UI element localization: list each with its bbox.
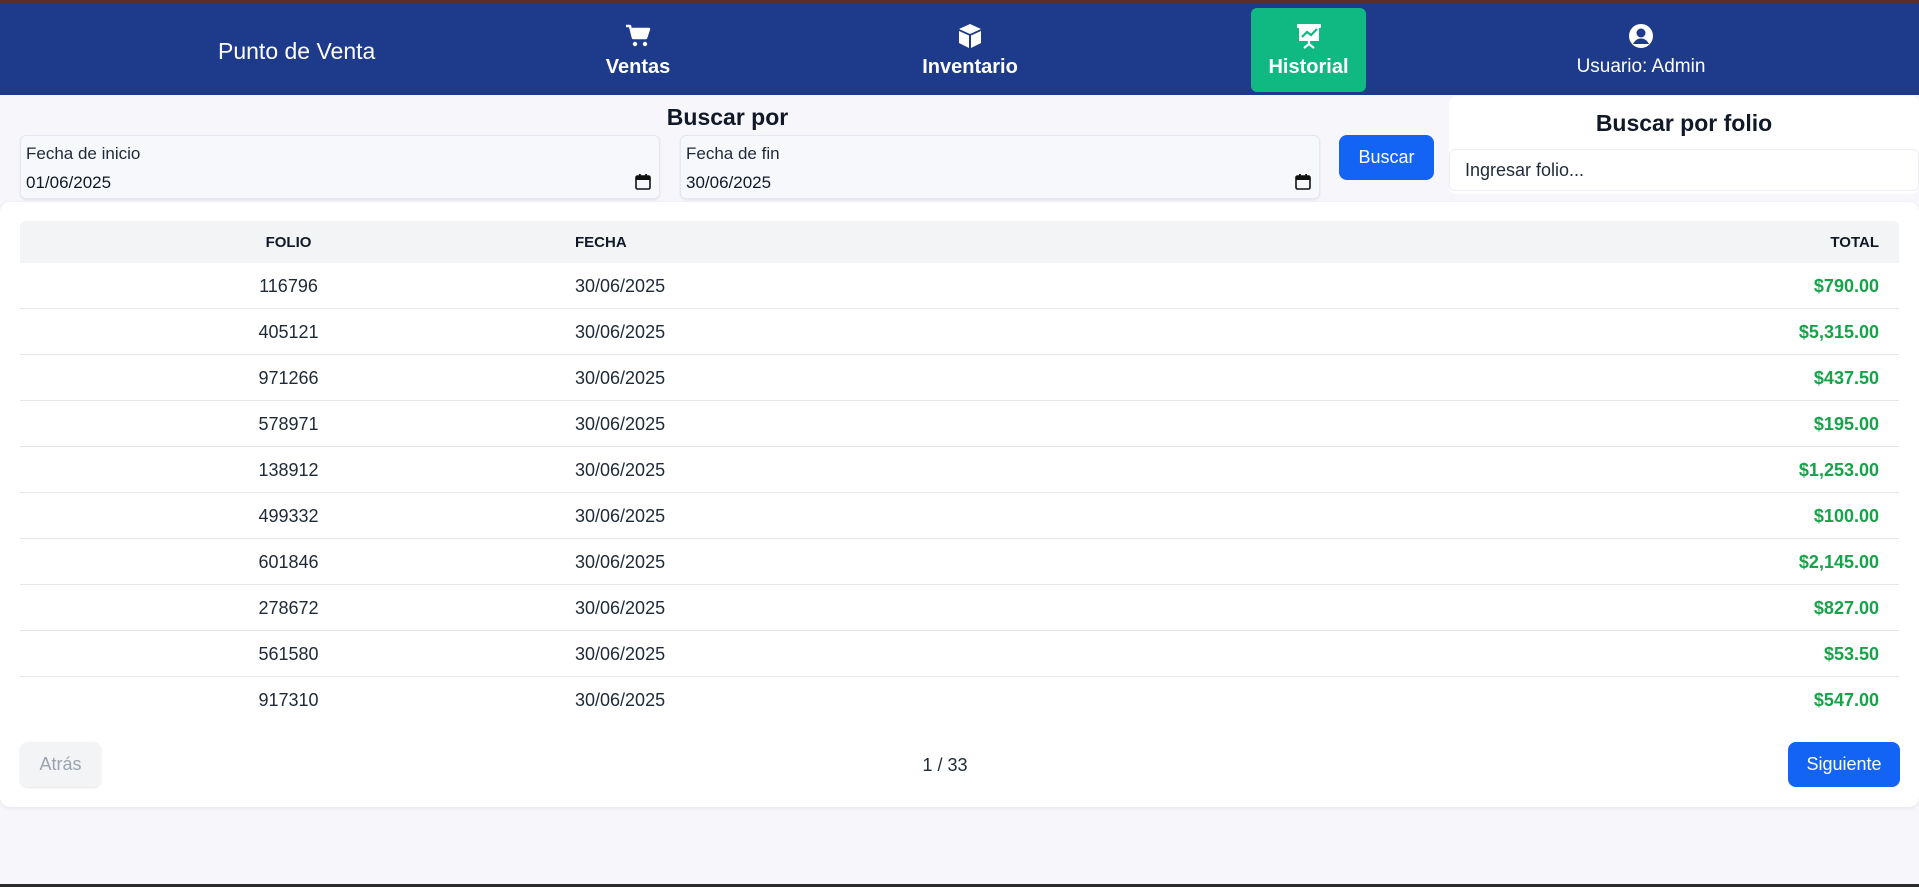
- cell-fecha: 30/06/2025: [575, 460, 666, 480]
- table-row[interactable]: 278672 30/06/2025 $827.00: [20, 585, 1899, 631]
- table-row[interactable]: 116796 30/06/2025 $790.00: [20, 263, 1899, 309]
- nav-item-label: Inventario: [922, 55, 1018, 78]
- folio-search-title: Buscar por folio: [1595, 110, 1773, 136]
- column-header-total[interactable]: TOTAL: [1830, 234, 1879, 251]
- table-row[interactable]: 499332 30/06/2025 $100.00: [20, 493, 1899, 539]
- cell-folio: 561580: [258, 644, 319, 664]
- box-icon: [958, 22, 982, 50]
- cart-icon: [625, 22, 651, 50]
- cell-fecha: 30/06/2025: [575, 690, 666, 710]
- nav-item-inventario[interactable]: Inventario: [900, 8, 1040, 92]
- calendar-icon[interactable]: [1295, 174, 1311, 195]
- cell-fecha: 30/06/2025: [575, 552, 666, 572]
- cell-total: $2,145.00: [1798, 552, 1879, 572]
- prev-page-button[interactable]: Atrás: [20, 742, 101, 787]
- cell-fecha: 30/06/2025: [575, 276, 666, 296]
- table-header: FOLIO FECHA TOTAL: [20, 221, 1899, 263]
- next-page-button[interactable]: Siguiente: [1788, 742, 1900, 787]
- end-date-field[interactable]: Fecha de fin 30/06/2025: [680, 135, 1320, 199]
- cell-total: $1,253.00: [1798, 460, 1879, 480]
- user-label: Usuario: Admin: [1576, 56, 1706, 77]
- nav-item-label: Ventas: [605, 55, 671, 78]
- cell-total: $5,315.00: [1798, 322, 1879, 342]
- cell-total: $100.00: [1813, 506, 1879, 526]
- column-header-fecha[interactable]: FECHA: [575, 234, 627, 251]
- cell-folio: 578971: [258, 414, 319, 434]
- nav-item-label: Historial: [1268, 55, 1349, 78]
- start-date-field[interactable]: Fecha de inicio 01/06/2025: [20, 135, 660, 199]
- top-navbar: Punto de Venta Ventas Inventario Histori…: [0, 4, 1919, 95]
- table-row[interactable]: 971266 30/06/2025 $437.50: [20, 355, 1899, 401]
- column-header-folio[interactable]: FOLIO: [20, 234, 557, 251]
- cell-folio: 499332: [258, 506, 319, 526]
- end-date-label: Fecha de fin: [686, 144, 780, 163]
- cell-fecha: 30/06/2025: [575, 322, 666, 342]
- cell-total: $827.00: [1813, 598, 1879, 618]
- chart-board-icon: [1296, 22, 1322, 50]
- brand-title: Punto de Venta: [218, 38, 376, 64]
- sales-history-table: FOLIO FECHA TOTAL 116796 30/06/2025 $790…: [0, 202, 1919, 807]
- cell-folio: 138912: [258, 460, 319, 480]
- cell-folio: 971266: [258, 368, 319, 388]
- page-indicator: 1 / 33: [922, 755, 968, 775]
- cell-fecha: 30/06/2025: [575, 644, 666, 664]
- start-date-label: Fecha de inicio: [26, 144, 141, 163]
- cell-folio: 405121: [258, 322, 319, 342]
- cell-fecha: 30/06/2025: [575, 368, 666, 388]
- nav-item-historial[interactable]: Historial: [1251, 8, 1366, 92]
- folio-search-panel: Buscar por folio Ingresar folio...: [1449, 96, 1919, 194]
- cell-fecha: 30/06/2025: [575, 506, 666, 526]
- calendar-icon[interactable]: [635, 174, 651, 195]
- start-date-value[interactable]: 01/06/2025: [26, 173, 111, 193]
- user-menu[interactable]: Usuario: Admin: [1566, 8, 1716, 92]
- cell-folio: 278672: [258, 598, 319, 618]
- cell-folio: 601846: [258, 552, 319, 572]
- cell-fecha: 30/06/2025: [575, 414, 666, 434]
- end-date-value[interactable]: 30/06/2025: [686, 173, 771, 193]
- cell-total: $790.00: [1813, 276, 1879, 296]
- user-circle-icon: [1628, 22, 1654, 50]
- table-row[interactable]: 917310 30/06/2025 $547.00: [20, 677, 1899, 723]
- cell-folio: 917310: [258, 690, 319, 710]
- cell-total: $195.00: [1813, 414, 1879, 434]
- table-row[interactable]: 601846 30/06/2025 $2,145.00: [20, 539, 1899, 585]
- table-row[interactable]: 138912 30/06/2025 $1,253.00: [20, 447, 1899, 493]
- cell-total: $547.00: [1813, 690, 1879, 710]
- cell-fecha: 30/06/2025: [575, 598, 666, 618]
- nav-item-ventas[interactable]: Ventas: [588, 8, 688, 92]
- cell-total: $53.50: [1823, 644, 1879, 664]
- table-row[interactable]: 578971 30/06/2025 $195.00: [20, 401, 1899, 447]
- cell-total: $437.50: [1813, 368, 1879, 388]
- table-row[interactable]: 561580 30/06/2025 $53.50: [20, 631, 1899, 677]
- table-row[interactable]: 405121 30/06/2025 $5,315.00: [20, 309, 1899, 355]
- search-button[interactable]: Buscar: [1339, 135, 1434, 180]
- folio-search-input[interactable]: Ingresar folio...: [1449, 149, 1919, 191]
- cell-folio: 116796: [259, 276, 318, 296]
